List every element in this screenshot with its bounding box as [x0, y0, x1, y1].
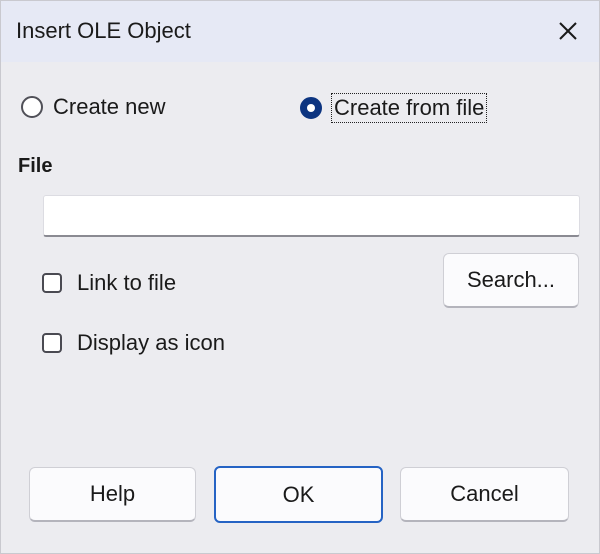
close-icon — [559, 22, 577, 40]
ok-button[interactable]: OK — [214, 466, 383, 523]
radio-create-new-indicator[interactable] — [21, 96, 43, 118]
link-to-file-checkbox-box[interactable] — [42, 273, 62, 293]
help-button[interactable]: Help — [29, 467, 196, 522]
link-to-file-label: Link to file — [77, 270, 177, 295]
display-as-icon-label: Display as icon — [77, 330, 225, 355]
title-bar: Insert OLE Object — [1, 1, 599, 62]
file-path-input[interactable] — [43, 195, 580, 237]
search-button[interactable]: Search... — [443, 253, 579, 308]
link-to-file-checkbox[interactable]: Link to file — [42, 270, 176, 296]
cancel-button[interactable]: Cancel — [400, 467, 569, 522]
radio-selected-dot — [307, 104, 315, 112]
dialog-title: Insert OLE Object — [16, 18, 191, 43]
radio-create-from-file-label: Create from file — [331, 93, 488, 123]
display-as-icon-checkbox-box[interactable] — [42, 333, 62, 353]
file-label: File — [18, 155, 53, 177]
display-as-icon-checkbox[interactable]: Display as icon — [42, 330, 225, 356]
radio-create-from-file-indicator[interactable] — [300, 97, 322, 119]
radio-create-new-label: Create new — [53, 94, 166, 119]
close-button[interactable] — [539, 1, 599, 62]
radio-create-from-file[interactable]: Create from file — [300, 93, 488, 123]
radio-create-new[interactable]: Create new — [21, 94, 166, 120]
insert-ole-object-dialog: Insert OLE Object Create new Create from… — [0, 0, 600, 554]
